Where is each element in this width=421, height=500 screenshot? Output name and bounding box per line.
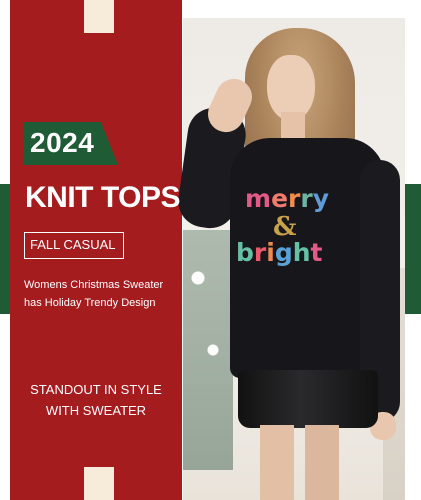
merry-letter: y bbox=[312, 184, 330, 213]
sweater-print-bright: bright bbox=[236, 238, 346, 267]
merry-letter: m bbox=[245, 184, 272, 213]
model-leg-left bbox=[260, 425, 294, 500]
tag-label: FALL CASUAL bbox=[30, 237, 116, 252]
bright-letter: b bbox=[236, 238, 254, 267]
merry-letter: r bbox=[288, 184, 301, 213]
bright-letter: r bbox=[253, 238, 267, 267]
model-leg-right bbox=[305, 425, 339, 500]
cream-ribbon-bottom bbox=[84, 467, 114, 500]
product-banner: merry & bright 2024 KNIT TOPS FALL CASUA… bbox=[0, 0, 421, 500]
headline: KNIT TOPS bbox=[25, 181, 180, 214]
sweater-print-merry: merry bbox=[245, 184, 345, 213]
description-text: Womens Christmas Sweater has Holiday Tre… bbox=[24, 279, 164, 309]
bright-letter: g bbox=[274, 238, 293, 267]
christmas-tree bbox=[183, 230, 233, 470]
bright-letter: i bbox=[266, 238, 275, 267]
bright-letter: h bbox=[292, 238, 311, 267]
merry-letter: r bbox=[300, 184, 313, 213]
leather-mini-skirt bbox=[238, 370, 378, 428]
cream-ribbon-top bbox=[84, 0, 114, 33]
bright-letter: t bbox=[310, 238, 323, 267]
year-badge-label: 2024 bbox=[30, 127, 95, 158]
tagline-text: STANDOUT IN STYLE WITH SWEATER bbox=[30, 382, 162, 418]
merry-letter: e bbox=[271, 184, 289, 213]
